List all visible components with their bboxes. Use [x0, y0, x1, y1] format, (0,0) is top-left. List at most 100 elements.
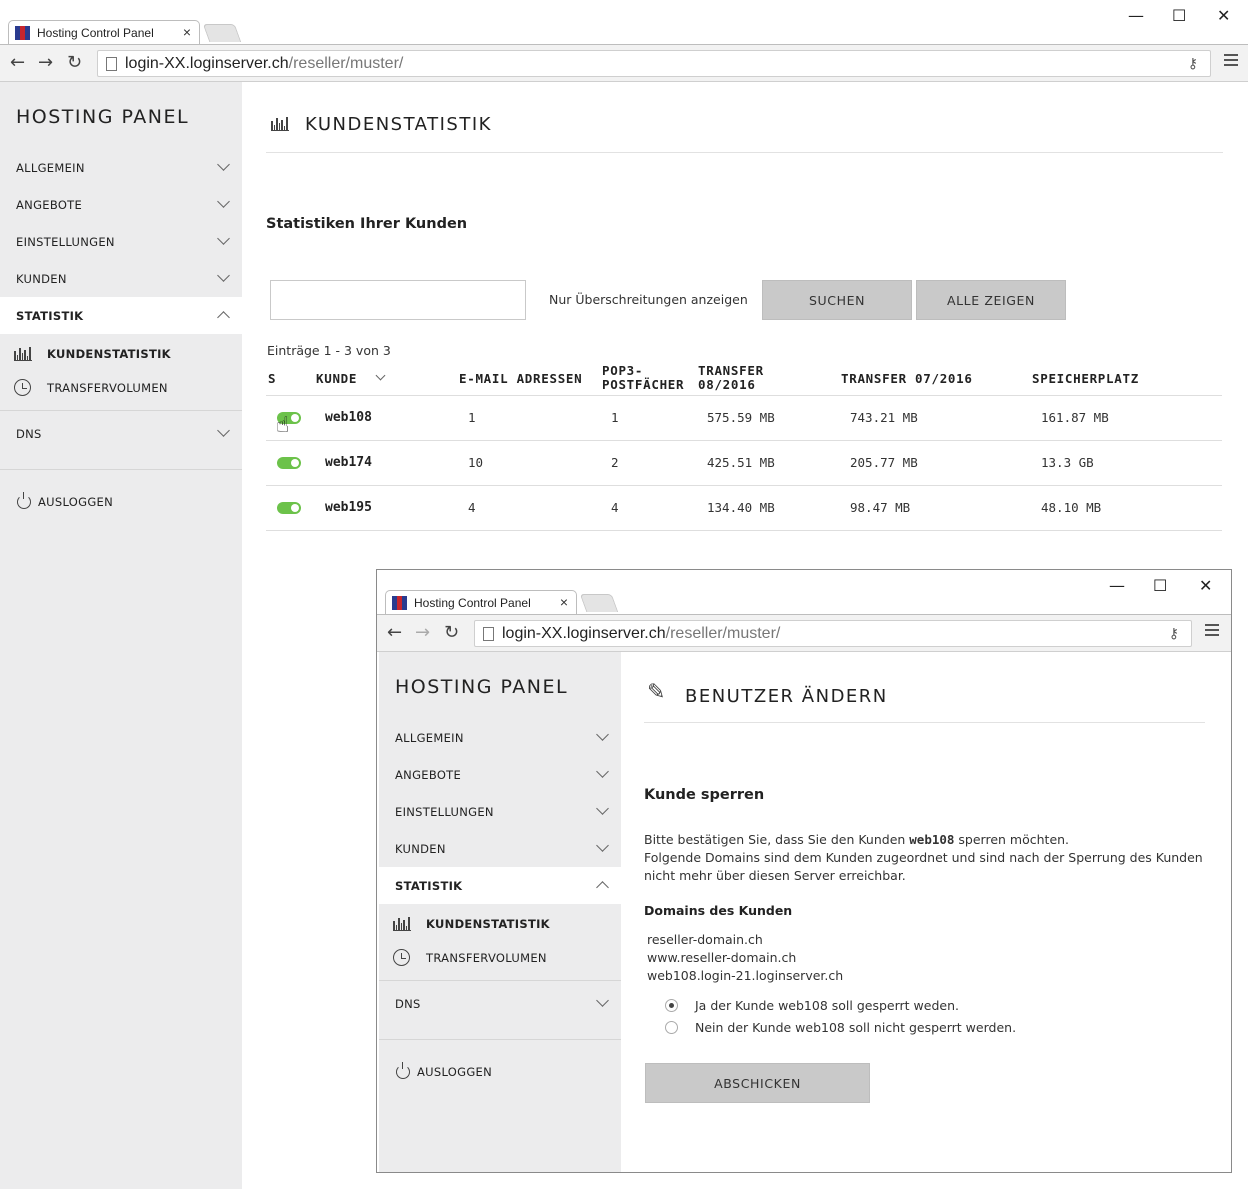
brand-title: HOSTING PANEL	[395, 676, 569, 698]
page-icon	[483, 626, 494, 641]
email-count: 1	[468, 410, 476, 425]
maximize-icon[interactable]: ☐	[1172, 6, 1186, 25]
sidebar-item-allgemein[interactable]: ALLGEMEIN	[0, 149, 242, 186]
transfer-08-2016: 575.59 MB	[707, 410, 775, 425]
search-button[interactable]: SUCHEN	[762, 280, 912, 320]
sidebar-subitem-transfervolumen[interactable]: TRANSFERVOLUMEN	[379, 941, 621, 975]
list-item: reseller-domain.ch	[647, 932, 763, 947]
sidebar: HOSTING PANEL ALLGEMEIN ANGEBOTE EINSTEL…	[379, 652, 621, 1172]
sidebar-subitem-transfervolumen[interactable]: TRANSFERVOLUMEN	[0, 371, 242, 405]
confirmation-text: Bitte bestätigen Sie, dass Sie den Kunde…	[644, 831, 1204, 885]
browser-menu-icon[interactable]	[1224, 54, 1238, 69]
sidebar-item-kunden[interactable]: KUNDEN	[379, 830, 621, 867]
chevron-down-icon	[217, 269, 230, 282]
bar-chart-icon	[271, 117, 289, 131]
show-all-button[interactable]: ALLE ZEIGEN	[916, 280, 1066, 320]
maximize-icon[interactable]: ☐	[1153, 576, 1167, 595]
tab-close-icon[interactable]: ×	[560, 594, 568, 610]
status-toggle[interactable]	[277, 502, 301, 514]
divider	[0, 410, 242, 411]
title-bar: Hosting Control Panel × — ☐ ✕	[377, 570, 1231, 614]
minimize-icon[interactable]: —	[1109, 576, 1125, 595]
minimize-icon[interactable]: —	[1128, 6, 1144, 25]
sidebar-item-angebote[interactable]: ANGEBOTE	[379, 756, 621, 793]
sidebar-item-dns[interactable]: DNS	[0, 415, 242, 452]
sidebar-subitem-label: KUNDENSTATISTIK	[426, 917, 550, 931]
storage-value: 13.3 GB	[1041, 455, 1094, 470]
browser-tab[interactable]: Hosting Control Panel ×	[8, 20, 200, 44]
sidebar-item-kunden[interactable]: KUNDEN	[0, 260, 242, 297]
forward-arrow-icon[interactable]: →	[38, 52, 53, 73]
sidebar-subitem-label: KUNDENSTATISTIK	[47, 347, 171, 361]
sidebar-item-statistik[interactable]: STATISTIK	[0, 297, 242, 334]
sidebar-item-label: EINSTELLUNGEN	[16, 234, 115, 249]
pop3-count: 1	[611, 410, 619, 425]
status-toggle[interactable]	[277, 457, 301, 469]
customer-name[interactable]: web108	[325, 410, 372, 425]
close-window-icon[interactable]: ✕	[1217, 6, 1230, 25]
submit-button[interactable]: ABSCHICKEN	[645, 1063, 870, 1103]
logout-button[interactable]: AUSLOGGEN	[379, 1053, 621, 1090]
radio-yes[interactable]	[665, 999, 678, 1012]
url-path: /reseller/muster/	[288, 54, 404, 72]
sidebar-item-statistik[interactable]: STATISTIK	[379, 867, 621, 904]
pop3-count: 2	[611, 455, 619, 470]
sidebar-item-angebote[interactable]: ANGEBOTE	[0, 186, 242, 223]
chevron-down-icon	[596, 802, 609, 815]
radio-no[interactable]	[665, 1021, 678, 1034]
customer-name[interactable]: web174	[325, 455, 372, 470]
sidebar-item-einstellungen[interactable]: EINSTELLUNGEN	[379, 793, 621, 830]
column-header-label: POP3-	[602, 363, 644, 378]
section-heading: Statistiken Ihrer Kunden	[266, 216, 468, 232]
option-yes-label[interactable]: Ja der Kunde web108 soll gesperrt weden.	[695, 998, 959, 1013]
new-tab-button[interactable]	[202, 24, 242, 42]
reload-icon[interactable]: ↻	[67, 52, 82, 73]
browser-tab[interactable]: Hosting Control Panel ×	[385, 590, 577, 614]
transfer-07-2016: 205.77 MB	[850, 455, 918, 470]
column-header-label: TRANSFER	[698, 363, 764, 378]
filter-label[interactable]: Nur Überschreitungen anzeigen	[549, 292, 748, 307]
chevron-up-icon	[217, 311, 230, 324]
forward-arrow-icon[interactable]: →	[415, 622, 430, 643]
key-icon[interactable]: ⚷	[1188, 55, 1198, 72]
url-host: login-XX.loginserver.ch	[502, 624, 666, 642]
column-header-label: KUNDE	[316, 371, 358, 386]
sidebar-subitem-kundenstatistik[interactable]: KUNDENSTATISTIK	[379, 907, 621, 941]
search-input[interactable]	[270, 280, 526, 320]
chevron-down-icon	[217, 158, 230, 171]
browser-menu-icon[interactable]	[1205, 624, 1219, 639]
list-item: web108.login-21.loginserver.ch	[647, 968, 844, 983]
text-segment: Bitte bestätigen Sie, dass Sie den Kunde…	[644, 832, 910, 847]
tab-close-icon[interactable]: ×	[183, 24, 191, 40]
sidebar-subitem-kundenstatistik[interactable]: KUNDENSTATISTIK	[0, 337, 242, 371]
sidebar-item-einstellungen[interactable]: EINSTELLUNGEN	[0, 223, 242, 260]
key-icon[interactable]: ⚷	[1169, 625, 1179, 642]
chevron-down-icon	[596, 994, 609, 1007]
column-header-kunde[interactable]: KUNDE	[316, 370, 386, 386]
page-title: KUNDENSTATISTIK	[305, 114, 492, 135]
sidebar-item-label: STATISTIK	[395, 878, 463, 893]
hand-cursor-icon: ☝	[276, 413, 290, 438]
option-no-label[interactable]: Nein der Kunde web108 soll nicht gesperr…	[695, 1020, 1016, 1035]
section-heading: Kunde sperren	[644, 787, 765, 803]
column-header-label: 08/2016	[698, 377, 756, 392]
sidebar-item-dns[interactable]: DNS	[379, 985, 621, 1022]
table-divider	[266, 440, 1222, 441]
back-arrow-icon[interactable]: ←	[10, 52, 25, 73]
address-bar[interactable]: login-XX.loginserver.ch/reseller/muster/…	[474, 620, 1192, 647]
column-header-email: E-MAIL ADRESSEN	[459, 371, 583, 386]
brand-title: HOSTING PANEL	[16, 106, 190, 128]
bar-chart-icon	[393, 917, 411, 931]
logout-button[interactable]: AUSLOGGEN	[0, 483, 242, 520]
reload-icon[interactable]: ↻	[444, 622, 459, 643]
customer-name[interactable]: web195	[325, 500, 372, 515]
address-bar[interactable]: login-XX.loginserver.ch/reseller/muster/…	[97, 50, 1211, 77]
sidebar-item-allgemein[interactable]: ALLGEMEIN	[379, 719, 621, 756]
sidebar-subitem-label: TRANSFERVOLUMEN	[47, 381, 168, 395]
back-arrow-icon[interactable]: ←	[387, 622, 402, 643]
new-tab-button[interactable]	[579, 594, 619, 612]
pop3-count: 4	[611, 500, 619, 515]
close-window-icon[interactable]: ✕	[1199, 576, 1212, 595]
page-title: BENUTZER ÄNDERN	[685, 686, 888, 707]
sort-chevron-icon	[375, 370, 386, 381]
